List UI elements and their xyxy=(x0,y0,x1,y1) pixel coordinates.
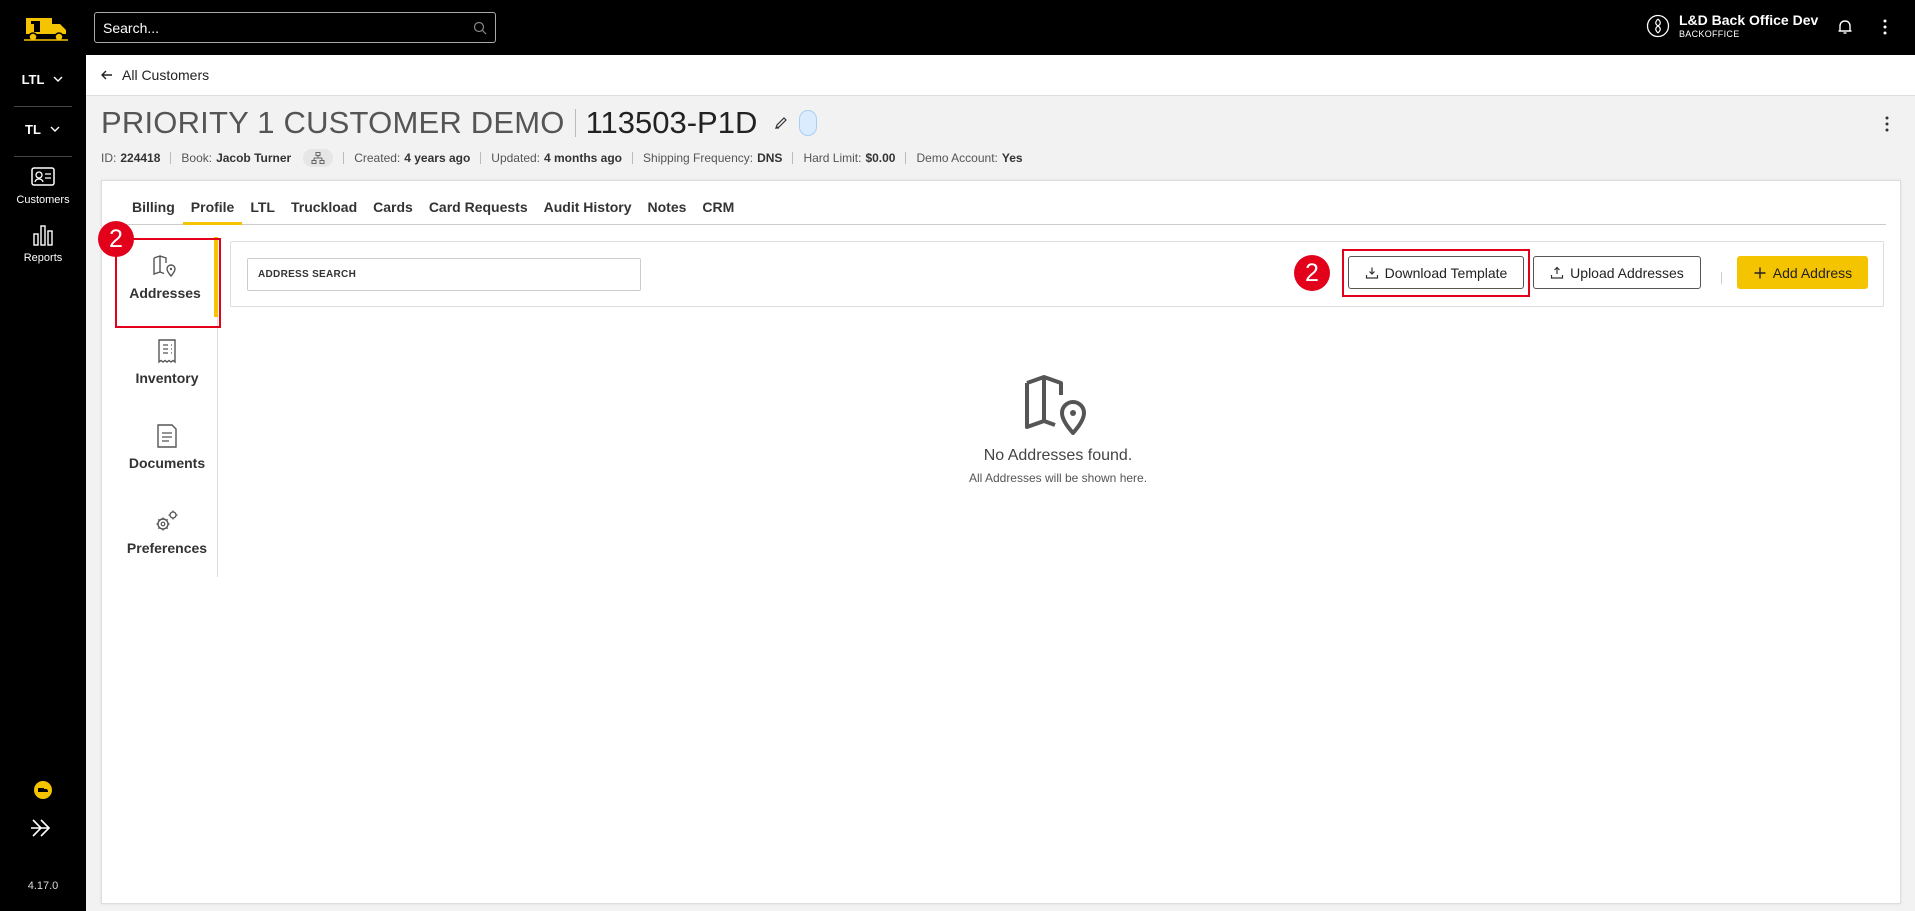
subnav-item-addresses[interactable]: Addresses xyxy=(116,237,218,317)
company-logo[interactable] xyxy=(22,12,70,44)
address-search-field[interactable] xyxy=(247,258,641,291)
meta-updated: Updated: 4 months ago xyxy=(491,151,623,165)
chevron-down-icon xyxy=(50,126,60,132)
tab-crm[interactable]: CRM xyxy=(694,195,742,225)
user-avatar-icon xyxy=(1646,14,1670,38)
download-template-button[interactable]: Download Template xyxy=(1348,256,1524,289)
top-bar: L&D Back Office Dev BACKOFFICE xyxy=(86,0,1915,55)
tab-profile[interactable]: Profile xyxy=(182,195,243,225)
toolbar-separator xyxy=(1721,272,1722,284)
title-separator xyxy=(574,109,576,137)
empty-state-subtitle: All Addresses will be shown here. xyxy=(968,471,1148,485)
sidebar-divider xyxy=(14,106,72,107)
sidebar-item-reports[interactable]: Reports xyxy=(0,222,86,264)
download-icon xyxy=(1365,267,1378,279)
meta-separator xyxy=(632,152,634,164)
address-search-input[interactable] xyxy=(258,269,640,280)
meta-separator xyxy=(343,152,345,164)
annotation-marker-step: 2 xyxy=(1294,255,1330,291)
empty-state: No Addresses found. All Addresses will b… xyxy=(908,369,1208,485)
pencil-icon[interactable] xyxy=(773,115,789,131)
user-menu[interactable]: L&D Back Office Dev BACKOFFICE xyxy=(1646,12,1818,40)
customer-code: 113503-P1D xyxy=(585,105,758,140)
tab-card-requests[interactable]: Card Requests xyxy=(421,195,536,225)
book-hierarchy-button[interactable] xyxy=(303,149,334,167)
meta-separator xyxy=(480,152,482,164)
meta-created: Created: 4 years ago xyxy=(354,151,471,165)
bell-icon[interactable] xyxy=(1836,18,1854,36)
meta-id: ID: 224418 xyxy=(101,151,161,165)
meta-separator xyxy=(170,152,172,164)
user-name: L&D Back Office Dev xyxy=(1679,12,1819,28)
plus-icon xyxy=(1754,267,1766,278)
brand-badge-icon[interactable] xyxy=(24,780,62,800)
map-pin-icon xyxy=(1025,375,1086,435)
subnav-item-documents[interactable]: Documents xyxy=(116,407,218,487)
search-icon[interactable] xyxy=(473,21,487,35)
customer-name: PRIORITY 1 CUSTOMER DEMO xyxy=(101,105,565,140)
subnav-item-inventory[interactable]: Inventory xyxy=(116,322,218,402)
app-version: 4.17.0 xyxy=(27,880,59,892)
tab-audit-history[interactable]: Audit History xyxy=(536,195,640,225)
arrow-left-icon xyxy=(101,70,112,80)
tab-truckload[interactable]: Truckload xyxy=(283,195,365,225)
global-search[interactable] xyxy=(94,12,496,43)
map-pin-icon xyxy=(153,255,176,278)
ltl-menu[interactable]: LTL xyxy=(0,65,86,93)
document-icon xyxy=(157,424,177,448)
tab-cards[interactable]: Cards xyxy=(365,195,421,225)
user-role: BACKOFFICE xyxy=(1679,29,1740,39)
meta-demo-account: Demo Account: Yes xyxy=(916,151,1023,165)
addresses-toolbar: Download Template Upload Addresses Add A… xyxy=(230,241,1884,307)
bar-chart-icon xyxy=(33,225,53,246)
chevron-down-icon xyxy=(53,76,63,82)
global-search-input[interactable] xyxy=(103,19,473,36)
left-sidebar: LTL TL Customers Reports 4.17.0 xyxy=(0,0,86,911)
tl-menu[interactable]: TL xyxy=(0,115,86,143)
upload-icon xyxy=(1551,266,1564,279)
profile-subnav: Addresses Inventory Documents Preference… xyxy=(116,237,218,577)
add-address-button[interactable]: Add Address xyxy=(1737,256,1868,289)
tab-notes[interactable]: Notes xyxy=(640,195,695,225)
meta-book: Book: Jacob Turner xyxy=(181,149,334,167)
meta-hard-limit: Hard Limit: $0.00 xyxy=(803,151,896,165)
tab-billing[interactable]: Billing xyxy=(124,195,183,225)
customer-more-options-icon[interactable] xyxy=(1884,115,1890,133)
annotation-marker-step: 2 xyxy=(98,221,134,257)
gears-icon xyxy=(156,510,178,531)
sidebar-item-customers[interactable]: Customers xyxy=(0,164,86,206)
customer-tabs: Billing Profile LTL Truckload Cards Card… xyxy=(124,195,1886,225)
back-to-customers-link[interactable]: All Customers xyxy=(86,55,1915,96)
hierarchy-icon xyxy=(311,152,325,164)
meta-separator xyxy=(905,152,907,164)
customer-meta: ID: 224418 Book: Jacob Turner Created: 4… xyxy=(101,149,1023,167)
id-card-icon xyxy=(31,167,55,186)
meta-shipping-frequency: Shipping Frequency: DNS xyxy=(643,151,783,165)
more-options-icon[interactable] xyxy=(1882,18,1888,36)
sidebar-divider xyxy=(14,156,72,157)
customer-title: PRIORITY 1 CUSTOMER DEMO 113503-P1D xyxy=(101,105,818,141)
empty-state-title: No Addresses found. xyxy=(983,447,1133,464)
status-pill xyxy=(799,110,818,136)
subnav-item-preferences[interactable]: Preferences xyxy=(116,492,218,572)
meta-separator xyxy=(792,152,794,164)
profile-card: Billing Profile LTL Truckload Cards Card… xyxy=(98,180,1901,904)
expand-sidebar-icon[interactable] xyxy=(24,816,62,840)
upload-addresses-button[interactable]: Upload Addresses xyxy=(1533,256,1701,289)
receipt-icon xyxy=(158,339,176,364)
tab-ltl[interactable]: LTL xyxy=(242,195,283,225)
